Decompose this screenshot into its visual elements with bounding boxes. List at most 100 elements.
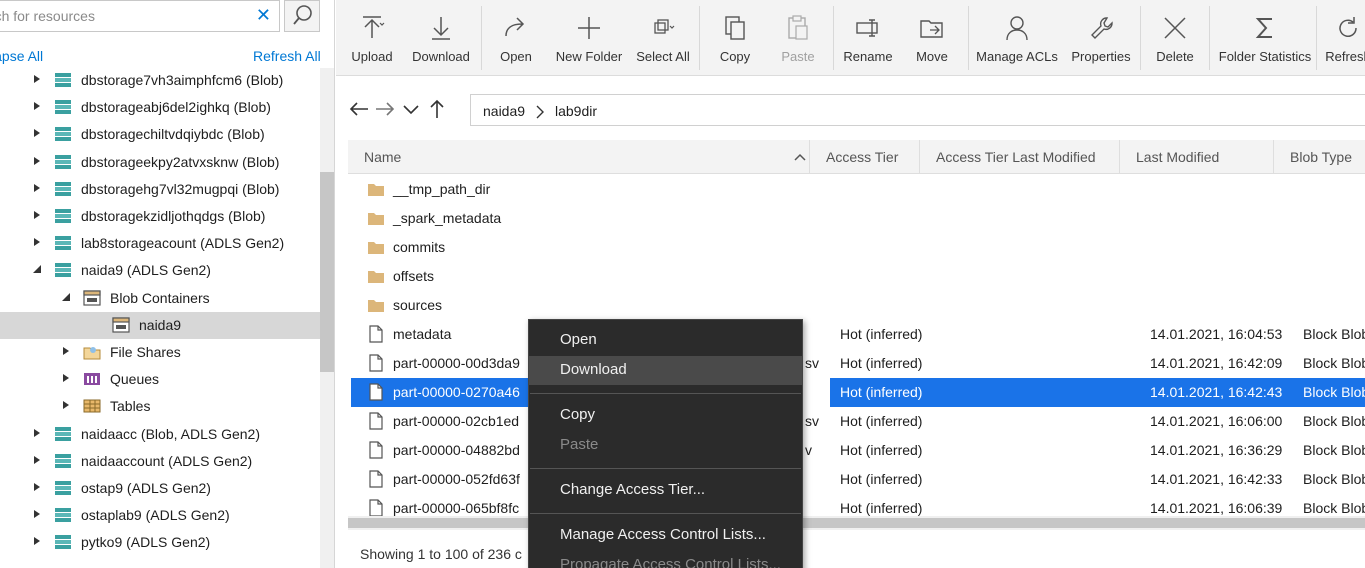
collapsed-arrow-icon[interactable] xyxy=(32,101,42,111)
collapsed-arrow-icon[interactable] xyxy=(32,210,42,220)
folder-row[interactable]: sources xyxy=(348,291,1365,320)
properties-button[interactable]: Properties xyxy=(1064,0,1138,76)
collapsed-arrow-icon[interactable] xyxy=(32,536,42,546)
collapse-all-link[interactable]: Collapse All xyxy=(0,48,43,64)
tree-scrollbar[interactable] xyxy=(320,68,334,568)
expanded-arrow-icon[interactable] xyxy=(32,264,42,274)
storage-account-icon xyxy=(54,453,72,469)
cell-last-modified: 14.01.2021, 16:06:39 xyxy=(1150,500,1283,516)
collapsed-arrow-icon[interactable] xyxy=(32,455,42,465)
new-folder-button[interactable]: New Folder xyxy=(550,0,628,76)
back-icon[interactable] xyxy=(348,98,370,120)
tree-item[interactable]: pytko9 (ADLS Gen2) xyxy=(0,529,320,556)
collapsed-arrow-icon[interactable] xyxy=(32,74,42,84)
file-row[interactable]: part-00000-02cb1ed sv Hot (inferred) 14.01.… xyxy=(348,407,1365,436)
collapsed-arrow-icon[interactable] xyxy=(32,428,42,438)
toolbar-button-label: Select All xyxy=(636,49,690,64)
tree-item[interactable]: dbstoragehg7vl32mugpqi (Blob) xyxy=(0,176,320,203)
menu-item-change-access-tier[interactable]: Change Access Tier... xyxy=(529,476,802,505)
file-row[interactable]: part-00000-0270a46 sv Hot (inferred) 14.01.… xyxy=(348,378,1365,407)
tree-item[interactable]: Tables xyxy=(0,393,320,420)
cell-name: __tmp_path_dir xyxy=(393,181,491,197)
collapsed-arrow-icon[interactable] xyxy=(32,237,42,247)
delete-button[interactable]: Delete xyxy=(1142,0,1208,76)
tree-item[interactable]: dbstoragekzidljothqdgs (Blob) xyxy=(0,203,320,230)
tree-item-label: naida9 xyxy=(139,316,182,333)
select-all-button[interactable]: Select All xyxy=(628,0,698,76)
search-input[interactable]: Search for resources xyxy=(0,8,95,24)
collapsed-arrow-icon[interactable] xyxy=(61,346,71,356)
column-last-modified[interactable]: Last Modified xyxy=(1136,149,1219,165)
folder-row[interactable]: offsets xyxy=(348,262,1365,291)
breadcrumb-container[interactable]: naida9 xyxy=(483,103,525,119)
tree-item[interactable]: dbstorage7vh3aimphfcm6 (Blob) xyxy=(0,67,320,94)
copy-button[interactable]: Copy xyxy=(700,0,770,76)
grid-horizontal-scrollbar[interactable] xyxy=(348,516,1365,530)
tree-item[interactable]: dbstorageekpy2atvxsknw (Blob) xyxy=(0,149,320,176)
tree-item[interactable]: Blob Containers xyxy=(0,285,320,312)
menu-item-download[interactable]: Download xyxy=(529,356,802,385)
forward-icon[interactable] xyxy=(374,98,396,120)
menu-item-copy[interactable]: Copy xyxy=(529,401,802,430)
refresh-all-link[interactable]: Refresh All xyxy=(253,48,321,64)
download-button[interactable]: Download xyxy=(408,0,474,76)
up-icon[interactable] xyxy=(426,98,448,120)
collapsed-arrow-icon[interactable] xyxy=(32,482,42,492)
toolbar-separator xyxy=(833,6,834,70)
folder-statistics-button[interactable]: Folder Statistics xyxy=(1212,0,1318,76)
tree-item[interactable]: File Shares xyxy=(0,339,320,366)
column-access-tier-last-modified[interactable]: Access Tier Last Modified xyxy=(936,149,1096,165)
folder-icon xyxy=(367,296,385,314)
file-row[interactable]: part-00000-052fd63f Hot (inferred) 14.01.2… xyxy=(348,465,1365,494)
chevron-down-icon[interactable] xyxy=(400,98,422,120)
upload-button[interactable]: Upload xyxy=(336,0,408,76)
file-row[interactable]: part-00000-00d3da9 sv Hot (inferred) 14.01.… xyxy=(348,349,1365,378)
file-row[interactable]: part-00000-04882bd v Hot (inferred) 14.01.2… xyxy=(348,436,1365,465)
collapsed-arrow-icon[interactable] xyxy=(32,156,42,166)
storage-account-icon xyxy=(54,534,72,550)
folder-row[interactable]: __tmp_path_dir xyxy=(348,175,1365,204)
paste-button[interactable]: Paste xyxy=(766,0,830,76)
manage-acls-button[interactable]: Manage ACLs xyxy=(970,0,1064,76)
tree-scrollbar-thumb[interactable] xyxy=(320,172,334,372)
breadcrumb-folder[interactable]: lab9dir xyxy=(555,103,597,119)
column-blob-type[interactable]: Blob Type xyxy=(1290,149,1352,165)
move-button[interactable]: Move xyxy=(904,0,960,76)
column-name[interactable]: Name xyxy=(364,149,401,165)
clear-search-icon[interactable]: ✕ xyxy=(256,5,271,26)
file-icon xyxy=(367,325,385,343)
search-box[interactable]: Search for resources ✕ xyxy=(0,0,280,32)
collapsed-arrow-icon[interactable] xyxy=(32,183,42,193)
collapsed-arrow-icon[interactable] xyxy=(32,128,42,138)
refresh-button[interactable]: Refresh xyxy=(1318,0,1365,76)
rename-button[interactable]: Rename xyxy=(836,0,900,76)
search-button[interactable] xyxy=(284,0,320,32)
file-icon xyxy=(367,354,385,372)
menu-item-open[interactable]: Open xyxy=(529,326,802,355)
tree-item[interactable]: naidaacc (Blob, ADLS Gen2) xyxy=(0,421,320,448)
folder-row[interactable]: _spark_metadata xyxy=(348,204,1365,233)
grid-scrollbar-thumb[interactable] xyxy=(348,518,1365,528)
tree-item[interactable]: naida9 xyxy=(0,311,320,339)
tree-item[interactable]: naidaaccount (ADLS Gen2) xyxy=(0,448,320,475)
tree-item[interactable]: lab8storageacount (ADLS Gen2) xyxy=(0,230,320,257)
open-button[interactable]: Open xyxy=(482,0,550,76)
folder-row[interactable]: commits xyxy=(348,233,1365,262)
collapsed-arrow-icon[interactable] xyxy=(61,400,71,410)
column-access-tier[interactable]: Access Tier xyxy=(826,149,898,165)
tree-item[interactable]: dbstoragechiltvdqiybdc (Blob) xyxy=(0,121,320,148)
blob-grid: Name Access Tier Access Tier Last Modifi… xyxy=(348,140,1365,520)
address-bar[interactable]: naida9 lab9dir xyxy=(470,94,1365,126)
tree-item[interactable]: ostap9 (ADLS Gen2) xyxy=(0,475,320,502)
toolbar-button-label: Refresh xyxy=(1325,49,1365,64)
collapsed-arrow-icon[interactable] xyxy=(32,509,42,519)
tree-item[interactable]: ostaplab9 (ADLS Gen2) xyxy=(0,502,320,529)
tree-item[interactable]: naida9 (ADLS Gen2) xyxy=(0,257,320,284)
expanded-arrow-icon[interactable] xyxy=(61,292,71,302)
file-row[interactable]: metadata Hot (inferred) 14.01.2021, 16:04:… xyxy=(348,320,1365,349)
tree-item[interactable]: Queues xyxy=(0,366,320,393)
tree-item[interactable]: dbstorageabj6del2ighkq (Blob) xyxy=(0,94,320,121)
menu-item-manage-access-control-lists[interactable]: Manage Access Control Lists... xyxy=(529,521,802,550)
collapsed-arrow-icon[interactable] xyxy=(61,373,71,383)
toolbar-button-label: Delete xyxy=(1156,49,1194,64)
